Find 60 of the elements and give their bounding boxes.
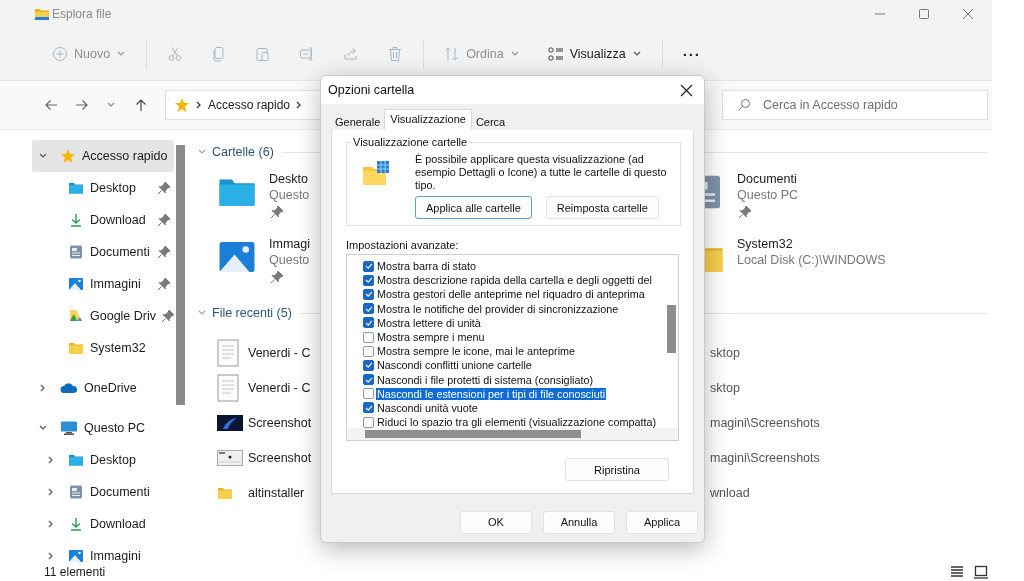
dialog-button[interactable]: Annulla bbox=[543, 510, 615, 534]
nav-item[interactable]: Download bbox=[32, 204, 174, 236]
nav-item[interactable]: Questo PC bbox=[32, 412, 174, 444]
folder-name[interactable]: Documenti bbox=[737, 172, 797, 186]
option-label[interactable]: Mostra lettere di unità bbox=[376, 316, 482, 329]
nav-item[interactable]: Documenti bbox=[32, 236, 174, 268]
search-field[interactable]: Cerca in Accesso rapido bbox=[722, 90, 988, 120]
nav-item[interactable]: Desktop bbox=[32, 172, 174, 204]
option-label[interactable]: Mostra barra di stato bbox=[376, 260, 477, 273]
nav-item[interactable]: Documenti bbox=[32, 476, 174, 508]
option-label[interactable]: Riduci lo spazio tra gli elementi (visualizzazione compatta) bbox=[376, 416, 658, 429]
nav-item[interactable]: OneDrive bbox=[32, 372, 174, 404]
option-label[interactable]: Nascondi unità vuote bbox=[376, 401, 479, 414]
file-path: sktop bbox=[710, 345, 741, 360]
dialog-button[interactable]: Reimposta cartelle bbox=[545, 196, 659, 219]
tab[interactable]: Visualizzazione bbox=[384, 109, 472, 130]
description-text: È possibile applicare questa visualizzazione (ad esempio Dettagli o Icone) a tutte le cartelle di questo tipo. bbox=[415, 153, 668, 192]
dialog-button[interactable]: Applica alle cartelle bbox=[415, 196, 532, 219]
tab[interactable]: Cerca bbox=[471, 113, 510, 130]
file-path: wnload bbox=[710, 485, 751, 500]
option-label[interactable]: Mostra sempre i menu bbox=[376, 331, 486, 344]
view-menu-button[interactable]: Visualizza bbox=[539, 40, 650, 68]
option-label[interactable]: Mostra descrizione rapida della cartella e degli oggetti del bbox=[376, 274, 653, 287]
folder-name[interactable]: Deskto bbox=[269, 172, 308, 186]
dialog-title: Opzioni cartella bbox=[328, 83, 415, 97]
file-path: sktop bbox=[710, 380, 741, 395]
option-label[interactable]: Nascondi i file protetti di sistema (consigliato) bbox=[376, 373, 595, 386]
folder-location: Questo bbox=[269, 253, 310, 267]
folder-location: Questo bbox=[269, 188, 310, 202]
option-label[interactable]: Nascondi conflitti unione cartelle bbox=[376, 359, 533, 372]
folder-location: Questo PC bbox=[737, 188, 799, 202]
file-path: magini\Screenshots bbox=[710, 415, 821, 430]
nav-item[interactable]: Desktop bbox=[32, 444, 174, 476]
option-label[interactable]: Mostra gestori delle anteprime nel riquadro di anteprima bbox=[376, 288, 646, 301]
nav-item[interactable]: Immagini bbox=[32, 540, 174, 563]
folder-name[interactable]: System32 bbox=[737, 237, 793, 251]
search-input[interactable]: Cerca in Accesso rapido bbox=[763, 98, 983, 112]
group-title: Visualizzazione cartelle bbox=[351, 136, 470, 148]
section-label: Impostazioni avanzate: bbox=[346, 239, 460, 251]
folder-name[interactable]: Immagi bbox=[269, 237, 310, 251]
option-label[interactable]: Mostra le notifiche del provider di sincronizzazione bbox=[376, 302, 620, 315]
dialog-button[interactable]: Applica bbox=[626, 510, 698, 534]
item-count: 11 elementi bbox=[44, 565, 106, 579]
nav-item[interactable]: Download bbox=[32, 508, 174, 540]
option-label[interactable]: Nascondi le estensioni per i tipi di file conosciuti bbox=[376, 387, 607, 400]
more-options-button[interactable]: ··· bbox=[674, 39, 709, 69]
option-label[interactable]: Mostra sempre le icone, mai le anteprime bbox=[376, 345, 577, 358]
section-header[interactable]: Cartelle (6) bbox=[197, 145, 274, 159]
dialog-button[interactable]: OK bbox=[460, 510, 532, 534]
window-title: Esplora file bbox=[52, 7, 112, 21]
nav-item[interactable]: Google Driv bbox=[32, 300, 174, 332]
tab[interactable]: Generale bbox=[331, 113, 385, 130]
section-header[interactable]: File recenti (5) bbox=[197, 306, 292, 320]
nav-item[interactable]: System32 bbox=[32, 332, 174, 364]
nav-item[interactable]: Accesso rapido bbox=[32, 140, 174, 172]
restore-button[interactable]: Ripristina bbox=[565, 458, 669, 481]
folder-location: Local Disk (C:)\WINDOWS bbox=[737, 253, 886, 267]
breadcrumb-item[interactable]: Accesso rapido bbox=[208, 98, 291, 112]
nav-item[interactable]: Immagini bbox=[32, 268, 174, 300]
file-path: magini\Screenshots bbox=[710, 450, 821, 465]
